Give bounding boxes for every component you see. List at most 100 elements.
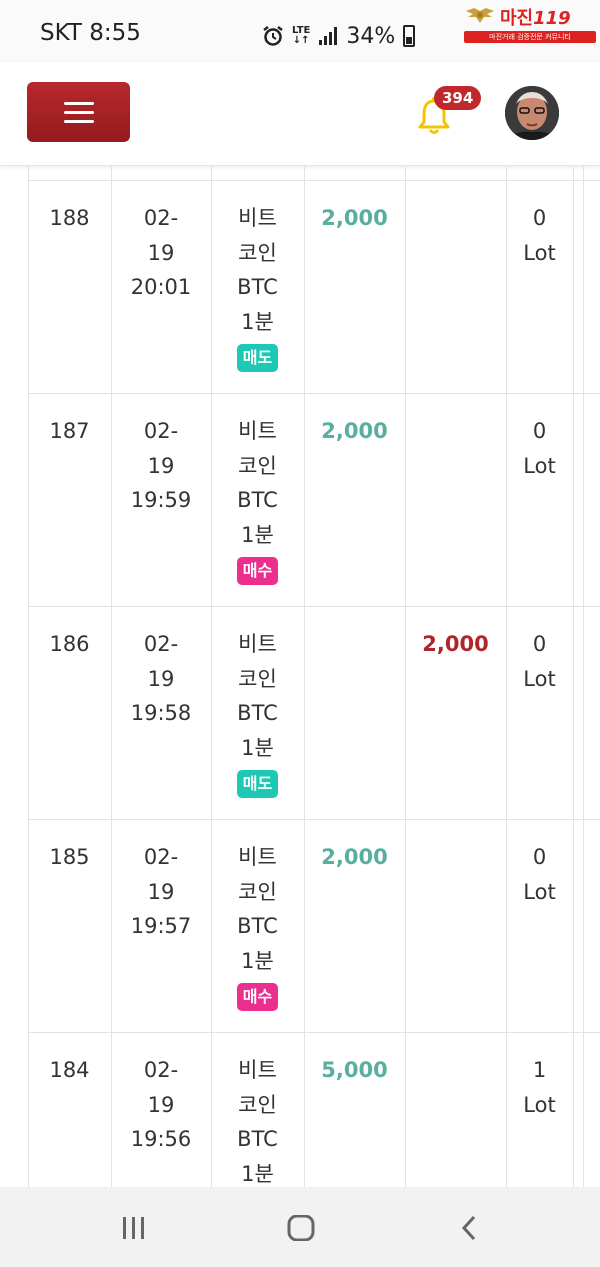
item-name-line: 코인 (238, 666, 277, 691)
alarm-icon (263, 26, 283, 46)
trade-item: 비트코인 BTC 1분매도 (211, 201, 304, 374)
trade-month: 02- (143, 1058, 179, 1082)
profit-amount: 2,000 (321, 206, 388, 230)
trade-datetime: 02- 19 19:57 (111, 840, 211, 944)
buy-badge: 매수 (236, 557, 279, 585)
item-interval: 1분 (241, 948, 274, 973)
item-name-line: 코인 (238, 453, 277, 478)
table-row[interactable]: 184 02- 19 19:56 비트 코인 BTC 1분 5,000 1 Lot (28, 1032, 600, 1187)
trade-time: 19:57 (130, 914, 192, 938)
trade-day: 19 (147, 240, 175, 265)
notification-badge: 394 (434, 86, 482, 110)
trade-item: 비트 코인 BTC 1분 매수 (211, 840, 304, 1013)
item-interval: 1분 (241, 309, 274, 334)
menu-icon-bar (63, 119, 94, 123)
item-symbol: BTC (237, 1127, 278, 1151)
trade-day: 19 (147, 666, 175, 691)
lte-icon: LTE ↓↑ (292, 25, 311, 46)
trade-day: 19 (147, 1092, 175, 1117)
trade-time: 19:58 (130, 701, 192, 725)
item-name-line: 코인 (238, 1092, 277, 1117)
signal-icon (319, 27, 338, 45)
item-name-line: 비트 (238, 632, 277, 656)
profit-amount: 2,000 (321, 845, 388, 869)
item-interval: 1분 (241, 522, 274, 547)
table-row[interactable]: 186 02- 19 19:58 비트코인 BTC 1분매도 2,000 0 Lot (28, 606, 600, 819)
trade-item: 비트 코인 BTC 1분 (211, 1053, 304, 1187)
menu-icon-bar (63, 110, 94, 114)
trade-number: 186 (49, 632, 90, 656)
trade-day: 19 (147, 453, 175, 478)
trade-month: 02- (143, 206, 179, 230)
item-symbol: BTC (237, 488, 278, 512)
lot-unit: Lot (523, 1092, 556, 1117)
trade-history-table: 188 02- 19 20:01 비트 코인 BTC 1분 매도 2,000 0 Lot 187 02- 1… (0, 166, 600, 1187)
carrier-time: SKT 8:55 (40, 20, 141, 46)
watermark-number: 119 (533, 8, 571, 29)
item-symbol: BTC (237, 701, 278, 725)
trade-number: 185 (49, 845, 90, 869)
menu-icon-bar (63, 101, 94, 105)
sell-badge: 매도 (236, 770, 279, 798)
trade-datetime: 02- 19 19:59 (111, 414, 211, 518)
buy-badge: 매수 (236, 983, 279, 1011)
trade-time: 19:56 (130, 1127, 192, 1151)
loss-amount: 2,000 (422, 632, 489, 656)
trade-number: 187 (49, 419, 90, 443)
lot-unit: Lot (523, 240, 556, 265)
profit-amount: 2,000 (321, 419, 388, 443)
lot-value: 0 (532, 632, 547, 656)
trade-month: 02- (143, 845, 179, 869)
hamburger-menu-button[interactable] (27, 82, 130, 142)
table-row[interactable]: 188 02- 19 20:01 비트코인 BTC 1분매도 2,000 0 Lot (28, 180, 600, 393)
app-header: 394 (0, 62, 600, 166)
lot-value: 0 (532, 419, 547, 443)
trade-number: 184 (49, 1058, 90, 1082)
item-symbol: BTC (237, 914, 278, 938)
trade-datetime: 02- 19 20:01 (111, 201, 211, 305)
back-icon[interactable] (458, 1215, 480, 1241)
eagle-icon (466, 8, 494, 23)
item-name-line: 비트 (238, 206, 277, 230)
item-name-line: 비트 (238, 845, 277, 869)
trade-datetime: 02- 19 19:56 (111, 1053, 211, 1157)
lot-unit: Lot (523, 666, 556, 691)
lot-value: 0 (532, 845, 547, 869)
trade-time: 20:01 (130, 275, 192, 299)
item-name-line: 비트 (238, 419, 277, 443)
lot-unit: Lot (523, 453, 556, 478)
status-icons: LTE ↓↑ 34% (262, 18, 416, 54)
item-name-line: 코인 (238, 240, 277, 265)
user-avatar[interactable] (505, 86, 559, 140)
item-name-line: 비트 (238, 1058, 277, 1082)
trade-month: 02- (143, 632, 179, 656)
watermark-tagline: 마진거래 검증전문 커뮤니티 (464, 31, 596, 43)
sell-badge: 매도 (236, 344, 279, 372)
battery-icon (403, 25, 416, 47)
lot-value: 1 (532, 1058, 547, 1082)
lot-size: 0 Lot (506, 627, 573, 696)
trade-item: 비트코인 BTC 1분매도 (211, 627, 304, 800)
table-row[interactable]: 185 02- 19 19:57 비트 코인 BTC 1분 매수 2,000 0 Lot (28, 819, 600, 1032)
trade-month: 02- (143, 419, 179, 443)
trade-number: 188 (49, 206, 90, 230)
avatar-portrait (505, 86, 559, 140)
profit-amount: 5,000 (321, 1058, 388, 1082)
trade-item: 비트코인 BTC 1분매수 (211, 414, 304, 587)
table-row[interactable]: 187 02- 19 19:59 비트코인 BTC 1분매수 2,000 0 Lot (28, 393, 600, 606)
recent-apps-icon[interactable] (120, 1215, 148, 1241)
lot-unit: Lot (523, 879, 556, 904)
lot-size: 0 Lot (506, 201, 573, 270)
trade-time: 19:59 (130, 488, 192, 512)
watermark-logo: 마진119 마진거래 검증전문 커뮤니티 (464, 4, 596, 43)
battery-percent: 34% (346, 23, 396, 49)
lot-value: 0 (532, 206, 547, 230)
item-interval: 1분 (241, 735, 274, 760)
status-bar: SKT 8:55 LTE ↓↑ 34% 마진119 마진거래 검증전문 커뮤니티 (0, 0, 600, 62)
trade-day: 19 (147, 879, 175, 904)
lot-size: 0 Lot (506, 840, 573, 909)
lot-size: 1 Lot (506, 1053, 573, 1122)
system-nav-bar (0, 1187, 600, 1267)
home-icon[interactable] (286, 1215, 316, 1241)
item-symbol: BTC (237, 275, 278, 299)
